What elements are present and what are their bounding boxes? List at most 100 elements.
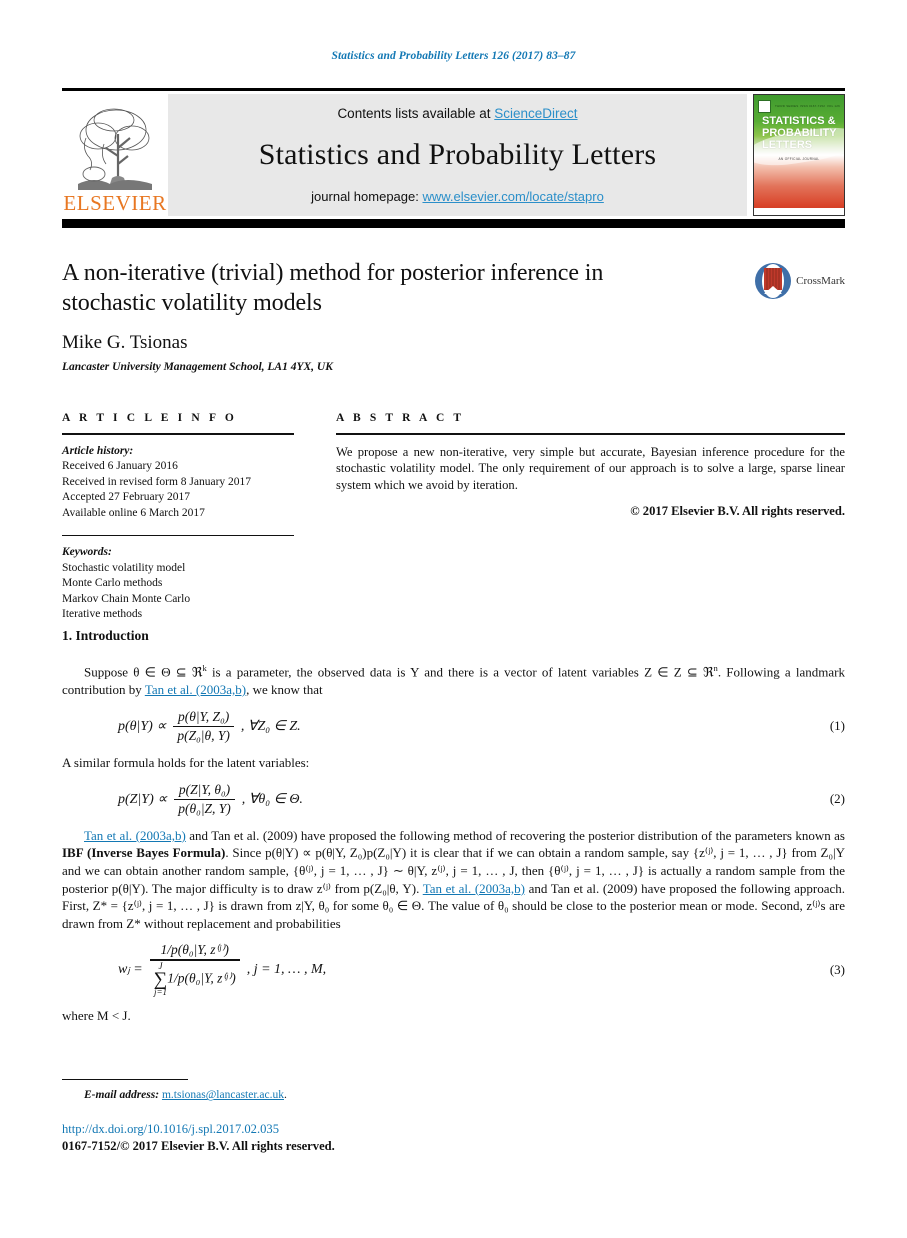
eq3-tail: , j = 1, … , M,: [246, 961, 327, 977]
author-affiliation: Lancaster University Management School, …: [62, 361, 333, 373]
journal-homepage-link[interactable]: www.elsevier.com/locate/stapro: [422, 189, 603, 204]
abstract-copyright: © 2017 Elsevier B.V. All rights reserved…: [630, 504, 845, 519]
journal-homepage-line: journal homepage: www.elsevier.com/locat…: [311, 189, 604, 204]
page-title: A non-iterative (trivial) method for pos…: [62, 260, 604, 316]
article-history: Article history: Received 6 January 2016…: [62, 444, 294, 522]
cover-title-line2: PROBABILITY: [762, 127, 837, 139]
citation-link-tan-2003ab-2[interactable]: Tan et al. (2003a,b): [84, 828, 186, 843]
history-item: Received in revised form 8 January 2017: [62, 475, 252, 488]
cover-top-right: VOL 126: [826, 104, 840, 108]
equation-3-row: wⱼ = 1/p(θ₀|Y, z⁽ʲ⁾) J ∑ j=1 1/p(θ₀|Y, z…: [62, 941, 845, 997]
info-abstract-row: A R T I C L E I N F O Article history: R…: [62, 412, 845, 623]
keyword-item: Monte Carlo methods: [62, 577, 163, 590]
para3-part-a: and Tan et al. (2009) have proposed the …: [185, 827, 845, 843]
eq3-fraction: 1/p(θ₀|Y, z⁽ʲ⁾) J ∑ j=1 1/p(θ₀|Y, z⁽ʲ⁾): [149, 941, 240, 998]
elsevier-wordmark: ELSEVIER: [63, 191, 167, 215]
eq1-fraction: p(θ|Y, Z₀) p(Z₀|θ, Y): [173, 708, 234, 745]
equation-1-number: (1): [829, 718, 845, 734]
page-footer: E-mail address: m.tsionas@lancaster.ac.u…: [62, 1079, 845, 1154]
abstract-rule: [336, 433, 845, 435]
para1-part-d: , we know that: [246, 681, 323, 697]
section-heading-introduction: 1. Introduction: [62, 628, 149, 643]
equation-2-row: p(Z|Y) ∝ p(Z|Y, θ₀) p(θ₀|Z, Y) , ∀θ₀ ∈ Θ…: [62, 781, 845, 818]
author-name: Mike G. Tsionas: [62, 332, 188, 353]
elsevier-tree-icon: [78, 108, 152, 190]
paper-page: Statistics and Probability Letters 126 (…: [0, 0, 907, 1238]
article-info-column: A R T I C L E I N F O Article history: R…: [62, 412, 294, 623]
eq1-numerator: p(θ|Y, Z₀): [177, 708, 230, 724]
eq3-denominator: J ∑ j=1 1/p(θ₀|Y, z⁽ʲ⁾): [150, 961, 240, 998]
paragraph-2: A similar formula holds for the latent v…: [62, 754, 310, 770]
eq3-numerator: 1/p(θ₀|Y, z⁽ʲ⁾): [160, 942, 229, 958]
email-suffix: .: [284, 1089, 287, 1102]
keyword-item: Markov Chain Monte Carlo: [62, 592, 191, 605]
footnote-rule: [62, 1079, 188, 1081]
article-info-rule: [62, 433, 294, 435]
eq2-denominator: p(θ₀|Z, Y): [178, 800, 231, 816]
cover-bottom-bar: [754, 208, 844, 215]
doi-line[interactable]: http://dx.doi.org/10.1016/j.spl.2017.02.…: [62, 1122, 845, 1137]
cover-title-line1: STATISTICS &: [762, 115, 836, 127]
article-info-heading: A R T I C L E I N F O: [62, 412, 237, 424]
journal-band: Contents lists available at ScienceDirec…: [168, 94, 747, 216]
masthead-bottom-rule: [62, 219, 845, 228]
cover-title: STATISTICS & PROBABILITY LETTERS: [762, 115, 838, 151]
journal-title: Statistics and Probability Letters: [258, 138, 657, 171]
equation-2: p(Z|Y) ∝ p(Z|Y, θ₀) p(θ₀|Z, Y) , ∀θ₀ ∈ Θ…: [118, 781, 303, 818]
keywords-rule: [62, 535, 294, 537]
email-link[interactable]: m.tsionas@lancaster.ac.uk: [162, 1089, 284, 1101]
paragraph-3: Tan et al. (2003a,b) and Tan et al. (200…: [62, 827, 845, 933]
article-history-label: Article history:: [62, 444, 134, 457]
elsevier-logo: ELSEVIER: [62, 94, 168, 216]
eq2-numerator: p(Z|Y, θ₀): [178, 781, 231, 797]
crossmark-label: CrossMark: [796, 275, 845, 287]
equation-1: p(θ|Y) ∝ p(θ|Y, Z₀) p(Z₀|θ, Y) , ∀Z₀ ∈ Z…: [118, 708, 301, 745]
keyword-item: Stochastic volatility model: [62, 561, 186, 574]
paragraph-1: Suppose θ ∈ Θ ⊆ ℜk is a parameter, the o…: [62, 660, 845, 699]
equation-3: wⱼ = 1/p(θ₀|Y, z⁽ʲ⁾) J ∑ j=1 1/p(θ₀|Y, z…: [118, 941, 326, 997]
email-label: E-mail address:: [84, 1089, 160, 1102]
eq1-lhs: p(θ|Y) ∝: [118, 718, 167, 734]
journal-cover-thumbnail: THIRD SERIES ISSN 0167-7152 VOL 126 STAT…: [753, 94, 845, 216]
summation-icon: J ∑ j=1: [154, 961, 168, 997]
issn-copyright-line: 0167-7152/© 2017 Elsevier B.V. All right…: [62, 1139, 335, 1154]
para3-ibf-term: IBF (Inverse Bayes Formula): [62, 845, 226, 861]
para1-part-a: Suppose θ ∈ Θ ⊆ ℜ: [84, 664, 203, 680]
abstract-heading: A B S T R A C T: [336, 412, 465, 424]
crossmark-badge-group[interactable]: CrossMark: [754, 262, 845, 300]
sciencedirect-link[interactable]: ScienceDirect: [494, 106, 577, 121]
homepage-prefix: journal homepage:: [311, 189, 423, 204]
history-item: Accepted 27 February 2017: [62, 491, 191, 504]
email-footnote: E-mail address: m.tsionas@lancaster.ac.u…: [84, 1089, 845, 1101]
eq1-denominator: p(Z₀|θ, Y): [177, 727, 230, 743]
eq3-den-tail: 1/p(θ₀|Y, z⁽ʲ⁾): [167, 970, 236, 986]
citation-link-tan-2003ab[interactable]: Tan et al. (2003a,b): [145, 682, 246, 697]
article-body: 1. Introduction Suppose θ ∈ Θ ⊆ ℜk is a …: [62, 628, 845, 1030]
journal-masthead: ELSEVIER Contents lists available at Sci…: [62, 88, 845, 228]
cover-top-row: THIRD SERIES ISSN 0167-7152 VOL 126: [758, 99, 840, 113]
equation-1-row: p(θ|Y) ∝ p(θ|Y, Z₀) p(Z₀|θ, Y) , ∀Z₀ ∈ Z…: [62, 708, 845, 745]
cover-top-mid: ISSN 0167-7152: [800, 104, 826, 108]
citation-link-tan-2003ab-3[interactable]: Tan et al. (2003a,b): [423, 881, 525, 896]
history-item: Available online 6 March 2017: [62, 506, 205, 519]
cover-publisher-mark: [758, 99, 771, 113]
title-block: A non-iterative (trivial) method for pos…: [62, 258, 845, 373]
keywords-list: Keywords: Stochastic volatility model Mo…: [62, 545, 294, 623]
doi-text: http://dx.doi.org/10.1016/j.spl.2017.02.…: [62, 1122, 280, 1137]
crossmark-icon: [755, 263, 792, 299]
keyword-item: Iterative methods: [62, 608, 143, 621]
eq1-tail: , ∀Z₀ ∈ Z.: [240, 718, 301, 734]
masthead-top-rule: [62, 88, 845, 91]
paragraph-4: where M < J.: [62, 1007, 131, 1023]
abstract-column: A B S T R A C T We propose a new non-ite…: [336, 412, 845, 623]
equation-3-number: (3): [829, 961, 845, 977]
equation-2-number: (2): [829, 791, 845, 807]
eq2-tail: , ∀θ₀ ∈ Θ.: [241, 791, 303, 807]
journal-cover-block: THIRD SERIES ISSN 0167-7152 VOL 126 STAT…: [747, 94, 845, 216]
running-head: Statistics and Probability Letters 126 (…: [331, 50, 576, 62]
history-item: Received 6 January 2016: [62, 460, 178, 473]
eq2-fraction: p(Z|Y, θ₀) p(θ₀|Z, Y): [174, 781, 235, 818]
cover-title-line3: LETTERS: [762, 139, 813, 151]
contents-prefix: Contents lists available at: [337, 106, 495, 121]
eq2-lhs: p(Z|Y) ∝: [118, 791, 168, 807]
